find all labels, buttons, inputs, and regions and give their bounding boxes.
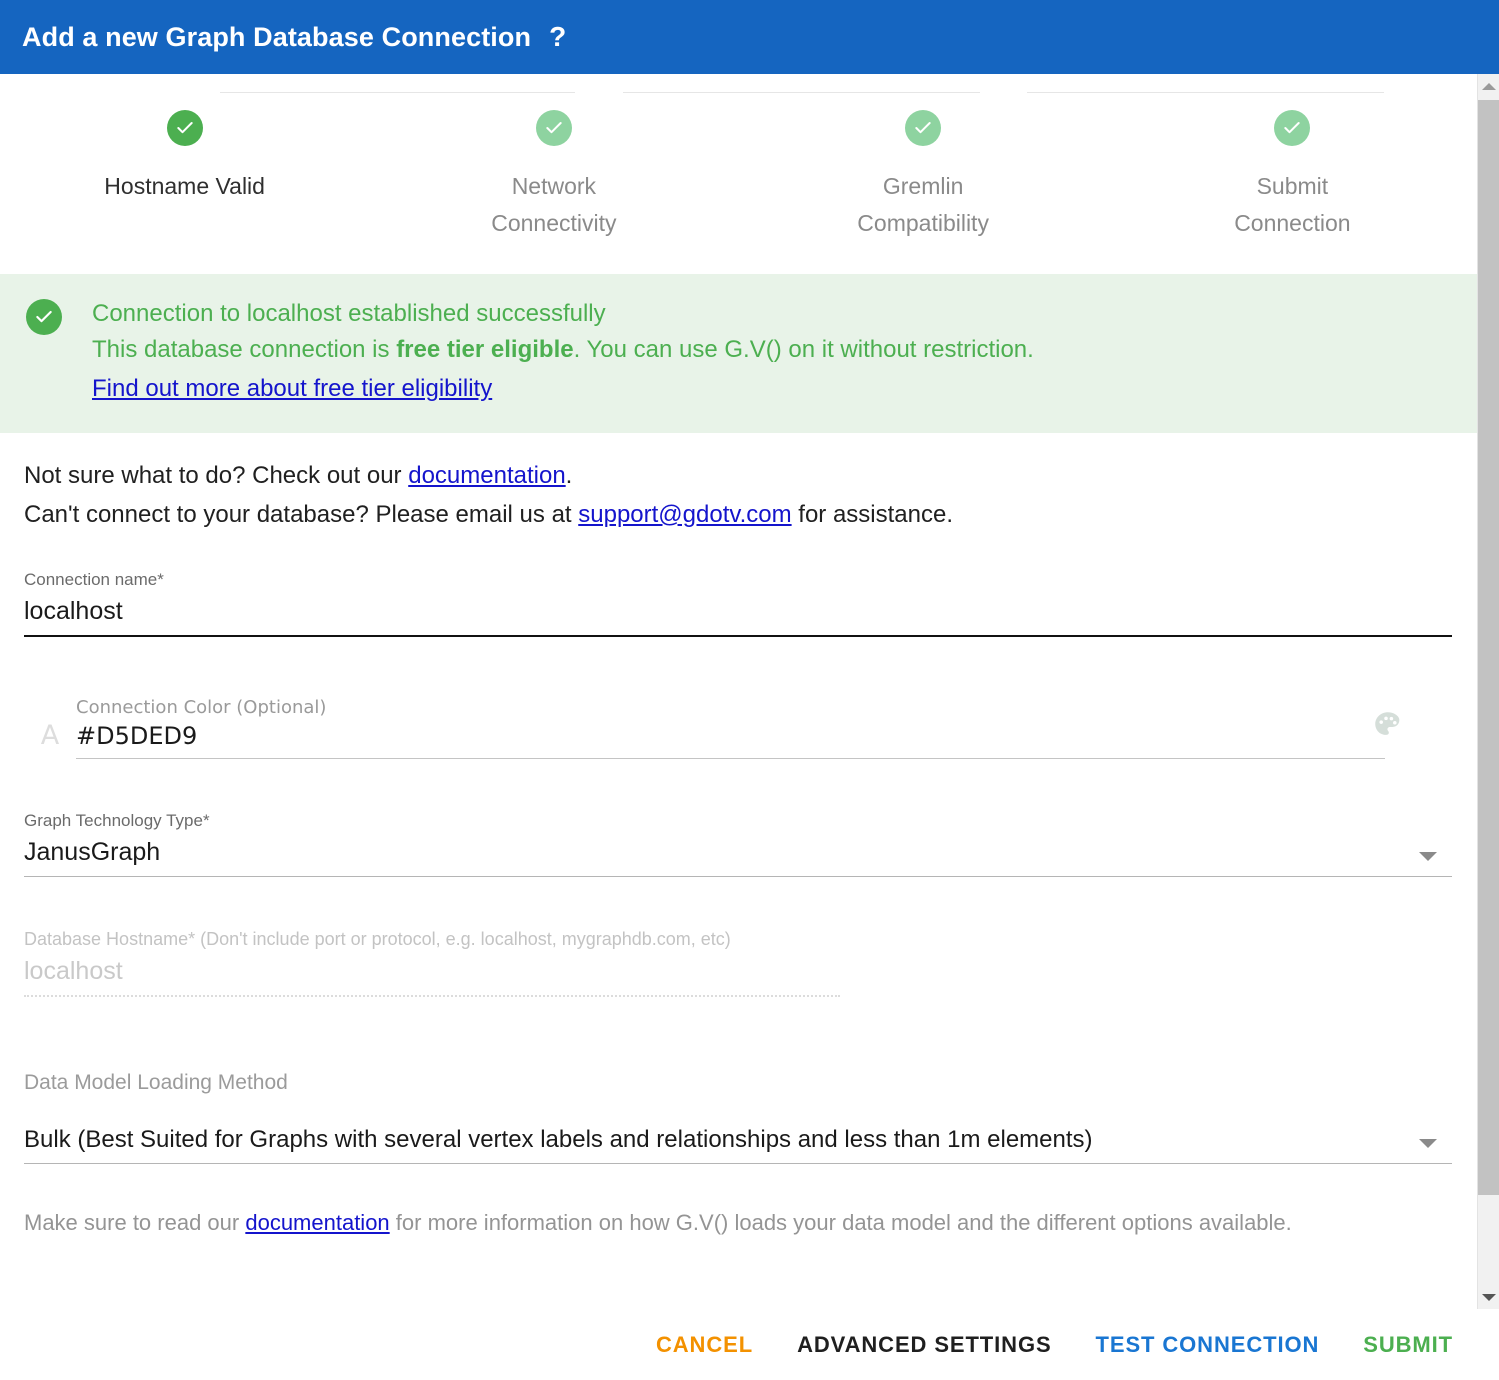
free-tier-eligibility-link[interactable]: Find out more about free tier eligibilit…	[92, 371, 492, 407]
data-model-loading-method-field: Data Model Loading Method Bulk (Best Sui…	[24, 1071, 1453, 1164]
help-line-2: Can't connect to your database? Please e…	[24, 496, 1453, 534]
connection-form: Not sure what to do? Check out our docum…	[0, 433, 1477, 1239]
help-line-2-prefix: Can't connect to your database? Please e…	[24, 501, 578, 528]
help-line-2-suffix: for assistance.	[792, 501, 953, 528]
stepper-connector	[623, 92, 980, 93]
data-model-footer-note: Make sure to read our documentation for …	[24, 1206, 1453, 1239]
banner-detail: This database connection is free tier el…	[92, 332, 1034, 368]
step-label-line1: Submit	[1234, 168, 1350, 205]
stepper-connector	[1027, 92, 1384, 93]
scrollbar-thumb[interactable]	[1478, 100, 1499, 1195]
check-circle-icon	[26, 299, 62, 335]
check-icon	[167, 110, 203, 146]
field-underline	[76, 758, 1385, 759]
field-underline	[24, 635, 1452, 637]
step-label: Hostname Valid	[104, 168, 265, 205]
banner-title: Connection to localhost established succ…	[92, 296, 1034, 332]
connection-wizard-stepper: Hostname Valid Network Connectivity Grem…	[0, 74, 1477, 274]
step-label-line1: Network	[491, 168, 616, 205]
step-label: Network Connectivity	[491, 168, 616, 242]
stepper-connector	[220, 92, 575, 93]
footer-note-suffix: for more information on how G.V() loads …	[390, 1210, 1292, 1235]
chevron-down-icon[interactable]	[1419, 1139, 1437, 1148]
graph-technology-type-value[interactable]: JanusGraph	[24, 831, 1453, 876]
step-label-text: Hostname Valid	[104, 173, 265, 199]
chevron-down-icon	[1482, 1294, 1496, 1301]
step-label-line2: Compatibility	[857, 205, 989, 242]
database-hostname-value: localhost	[24, 950, 1453, 995]
step-label-line2: Connectivity	[491, 205, 616, 242]
scroll-down-arrow[interactable]	[1478, 1285, 1499, 1309]
connection-color-field: A Connection Color (Optional)	[24, 697, 1453, 759]
field-underline	[24, 876, 1452, 877]
font-color-icon: A	[24, 720, 76, 759]
dialog-action-bar: CANCEL ADVANCED SETTINGS TEST CONNECTION…	[0, 1309, 1499, 1380]
help-line-1-suffix: .	[566, 462, 573, 489]
graph-technology-type-field: Graph Technology Type* JanusGraph	[24, 811, 1453, 877]
check-icon	[1274, 110, 1310, 146]
banner-detail-suffix: . You can use G.V() on it without restri…	[574, 336, 1034, 363]
connection-success-banner: Connection to localhost established succ…	[0, 274, 1477, 433]
vertical-scrollbar[interactable]	[1477, 74, 1499, 1309]
field-underline	[24, 1163, 1452, 1164]
advanced-settings-button[interactable]: ADVANCED SETTINGS	[775, 1322, 1073, 1368]
help-icon[interactable]: ?	[549, 23, 566, 51]
help-line-1: Not sure what to do? Check out our docum…	[24, 457, 1453, 495]
footer-note-prefix: Make sure to read our	[24, 1210, 245, 1235]
chevron-up-icon	[1482, 83, 1496, 90]
cancel-button[interactable]: CANCEL	[634, 1322, 775, 1368]
graph-technology-type-label: Graph Technology Type*	[24, 811, 1453, 831]
check-icon	[536, 110, 572, 146]
dialog-scroll-region: Hostname Valid Network Connectivity Grem…	[0, 74, 1477, 1309]
step-label: Gremlin Compatibility	[857, 168, 989, 242]
submit-button[interactable]: SUBMIT	[1341, 1322, 1475, 1368]
data-model-loading-method-label: Data Model Loading Method	[24, 1071, 1453, 1095]
step-gremlin-compatibility[interactable]: Gremlin Compatibility	[739, 110, 1108, 242]
dialog-title-bar: Add a new Graph Database Connection ?	[0, 0, 1499, 74]
test-connection-button[interactable]: TEST CONNECTION	[1074, 1322, 1342, 1368]
data-model-loading-method-value[interactable]: Bulk (Best Suited for Graphs with severa…	[24, 1119, 1453, 1163]
connection-name-field: Connection name*	[24, 570, 1453, 637]
banner-detail-bold: free tier eligible	[396, 336, 573, 363]
palette-icon[interactable]	[1371, 708, 1405, 747]
banner-detail-prefix: This database connection is	[92, 336, 396, 363]
connection-name-label: Connection name*	[24, 570, 1453, 590]
step-label-line2: Connection	[1234, 205, 1350, 242]
database-hostname-label: Database Hostname* (Don't include port o…	[24, 929, 1453, 950]
support-email-link[interactable]: support@gdotv.com	[578, 501, 791, 528]
page-title: Add a new Graph Database Connection	[22, 22, 531, 53]
connection-color-input[interactable]	[76, 718, 1406, 758]
documentation-link-bottom[interactable]: documentation	[245, 1210, 389, 1235]
step-submit-connection[interactable]: Submit Connection	[1108, 110, 1477, 242]
field-underline	[24, 995, 840, 997]
database-hostname-field: Database Hostname* (Don't include port o…	[24, 929, 1453, 997]
help-line-1-prefix: Not sure what to do? Check out our	[24, 462, 408, 489]
scroll-up-arrow[interactable]	[1478, 74, 1499, 98]
check-icon	[905, 110, 941, 146]
step-hostname-valid[interactable]: Hostname Valid	[0, 110, 369, 205]
step-label-line1: Gremlin	[857, 168, 989, 205]
step-label: Submit Connection	[1234, 168, 1350, 242]
documentation-link-top[interactable]: documentation	[408, 462, 565, 489]
chevron-down-icon[interactable]	[1419, 852, 1437, 861]
step-network-connectivity[interactable]: Network Connectivity	[369, 110, 738, 242]
connection-color-label: Connection Color (Optional)	[76, 697, 1406, 718]
connection-name-input[interactable]	[24, 590, 1453, 635]
